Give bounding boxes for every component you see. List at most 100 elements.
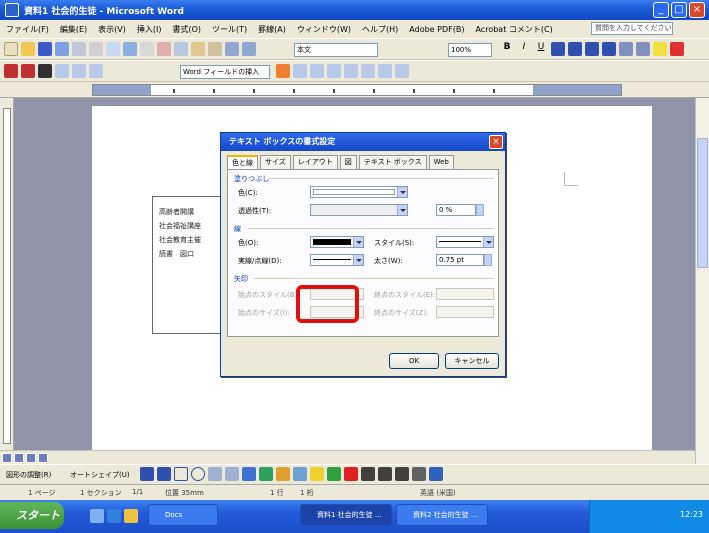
print-icon[interactable]: [89, 42, 103, 56]
last-record-icon[interactable]: [344, 64, 358, 78]
minimize-button[interactable]: _: [653, 2, 669, 18]
word-app-icon[interactable]: [5, 3, 19, 17]
menu-file[interactable]: ファイル(F): [6, 24, 49, 35]
paste-icon[interactable]: [191, 42, 205, 56]
email-icon[interactable]: [72, 42, 86, 56]
align-right-icon[interactable]: [585, 42, 599, 56]
taskbar-item-document-2[interactable]: 資料2 社会的生徒 ...: [396, 504, 488, 526]
research-icon[interactable]: [140, 42, 154, 56]
internet-explorer-icon[interactable]: [107, 509, 121, 523]
clip-art-icon[interactable]: [276, 467, 290, 481]
dash-style-icon[interactable]: [378, 467, 392, 481]
vertical-ruler[interactable]: [0, 98, 14, 450]
show-desktop-icon[interactable]: [90, 509, 104, 523]
diagram-icon[interactable]: [259, 467, 273, 481]
find-entry-icon[interactable]: [361, 64, 375, 78]
shadow-style-icon[interactable]: [412, 467, 426, 481]
explorer-icon[interactable]: [124, 509, 138, 523]
merge-fields-icon[interactable]: [89, 64, 103, 78]
transparency-spinner[interactable]: [476, 204, 484, 216]
scrollbar-thumb[interactable]: [697, 138, 708, 268]
numbering-icon[interactable]: [619, 42, 633, 56]
oval-tool-icon[interactable]: [191, 467, 205, 481]
bullets-icon[interactable]: [636, 42, 650, 56]
vertical-textbox-tool-icon[interactable]: [225, 467, 239, 481]
print-preview-icon[interactable]: [106, 42, 120, 56]
next-record-icon[interactable]: [327, 64, 341, 78]
menu-help[interactable]: ヘルプ(H): [362, 24, 398, 35]
ok-button[interactable]: OK: [389, 353, 439, 369]
text-box[interactable]: 高齢者開講 社会福祉講座 社会教育主催 読書 図口: [152, 196, 224, 334]
drawing-font-color-icon[interactable]: [344, 467, 358, 481]
horizontal-scrollbar[interactable]: [0, 450, 695, 464]
acrobat-convert-icon[interactable]: [4, 64, 18, 78]
dash-combo[interactable]: [310, 254, 364, 266]
weight-value[interactable]: 0.75 pt: [436, 254, 484, 266]
style-combo[interactable]: 本文: [294, 43, 378, 57]
align-center-icon[interactable]: [568, 42, 582, 56]
merge-to-printer-icon[interactable]: [395, 64, 409, 78]
end-style-combo[interactable]: [436, 288, 494, 300]
textbox-tool-icon[interactable]: [208, 467, 222, 481]
format-painter-icon[interactable]: [208, 42, 222, 56]
tab-web[interactable]: Web: [428, 155, 454, 169]
first-record-icon[interactable]: [293, 64, 307, 78]
start-button[interactable]: スタート: [0, 502, 64, 529]
help-search-input[interactable]: 質問を入力してください: [591, 22, 673, 35]
autoshape-menu[interactable]: オートシェイプ(U): [70, 470, 130, 480]
acrobat-review-icon[interactable]: [38, 64, 52, 78]
cancel-button[interactable]: キャンセル: [445, 353, 499, 369]
tab-textbox[interactable]: テキスト ボックス: [358, 155, 427, 169]
previous-record-icon[interactable]: [310, 64, 324, 78]
copy-icon[interactable]: [174, 42, 188, 56]
insert-word-field-combo[interactable]: Word フィールドの挿入: [180, 65, 270, 79]
chevron-down-icon[interactable]: [353, 255, 363, 265]
chevron-right-icon[interactable]: [397, 205, 407, 215]
menu-window[interactable]: ウィンドウ(W): [297, 24, 351, 35]
bold-icon[interactable]: B: [500, 42, 514, 56]
line-color-combo[interactable]: [310, 236, 364, 248]
close-button[interactable]: ×: [689, 2, 705, 18]
horizontal-ruler[interactable]: [92, 84, 622, 96]
picture-icon[interactable]: [293, 467, 307, 481]
end-size-combo[interactable]: [436, 306, 494, 318]
taskbar-item-docs[interactable]: Docs: [148, 504, 218, 526]
new-document-icon[interactable]: [4, 42, 18, 56]
mail-merge-icon[interactable]: [55, 64, 69, 78]
menu-acrobat-comments[interactable]: Acrobat コメント(C): [475, 24, 552, 35]
open-folder-icon[interactable]: [21, 42, 35, 56]
menu-adobe-pdf[interactable]: Adobe PDF(B): [409, 25, 464, 34]
tab-layout[interactable]: レイアウト: [292, 155, 338, 169]
menu-table[interactable]: 罫線(A): [258, 24, 286, 35]
line-tool-icon[interactable]: [140, 467, 154, 481]
align-left-icon[interactable]: [551, 42, 565, 56]
cut-icon[interactable]: [157, 42, 171, 56]
fill-color-combo[interactable]: [310, 186, 408, 198]
rectangle-tool-icon[interactable]: [174, 467, 188, 481]
chevron-down-icon[interactable]: [353, 237, 363, 247]
spelling-icon[interactable]: [123, 42, 137, 56]
transparency-value[interactable]: 0 %: [436, 204, 476, 216]
acrobat-email-icon[interactable]: [21, 64, 35, 78]
normal-view-icon[interactable]: [2, 453, 12, 463]
transparency-slider[interactable]: [310, 204, 408, 216]
permission-icon[interactable]: [55, 42, 69, 56]
weight-spinner[interactable]: [484, 254, 492, 266]
print-layout-icon[interactable]: [26, 453, 36, 463]
menu-edit[interactable]: 編集(E): [60, 24, 87, 35]
underline-icon[interactable]: U: [534, 42, 548, 56]
tab-picture[interactable]: 図: [339, 155, 357, 169]
web-layout-icon[interactable]: [14, 453, 24, 463]
tab-size[interactable]: サイズ: [260, 155, 291, 169]
arrow-tool-icon[interactable]: [157, 467, 171, 481]
arrow-style-icon[interactable]: [395, 467, 409, 481]
line-color-icon[interactable]: [327, 467, 341, 481]
tab-colors-lines[interactable]: 色と線: [227, 155, 258, 169]
justify-icon[interactable]: [602, 42, 616, 56]
menu-view[interactable]: 表示(V): [98, 24, 126, 35]
outline-view-icon[interactable]: [38, 453, 48, 463]
taskbar-item-document-1[interactable]: 資料1 社会的生徒 ...: [300, 504, 392, 526]
fill-color-icon[interactable]: [310, 467, 324, 481]
maximize-button[interactable]: □: [671, 2, 687, 18]
wordart-icon[interactable]: [242, 467, 256, 481]
